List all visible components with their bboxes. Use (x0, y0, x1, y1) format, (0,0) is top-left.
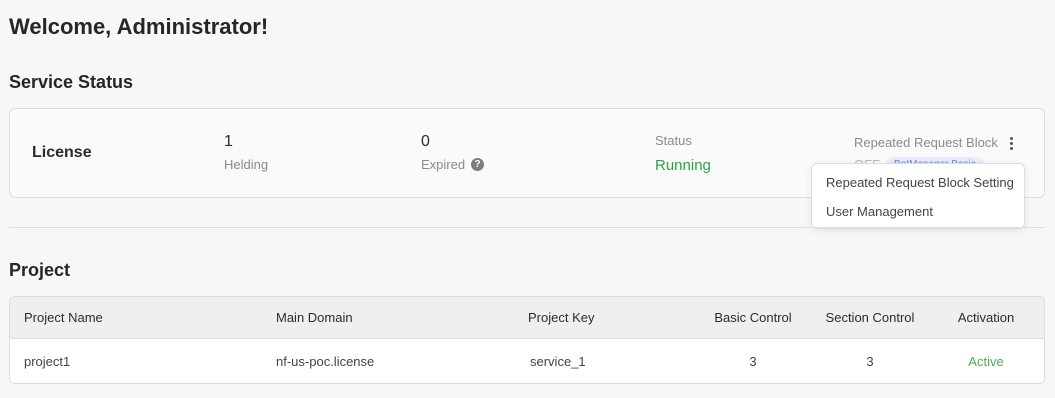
table-row[interactable]: project1 nf-us-poc.license service_1 3 3… (10, 339, 1044, 383)
question-circle-icon[interactable]: ? (471, 158, 485, 171)
expired-count: 0 (421, 133, 430, 150)
page-title: Welcome, Administrator! (9, 14, 269, 39)
column-header-activation[interactable]: Activation (936, 297, 1036, 338)
column-header-section-control[interactable]: Section Control (815, 297, 925, 338)
status-value: Running (655, 157, 711, 174)
project-title: Project (9, 260, 71, 280)
menu-item-repeated-request-block-setting[interactable]: Repeated Request Block Setting (812, 168, 1024, 197)
activation-status-cell: Active (968, 354, 1004, 369)
repeated-request-block-label: Repeated Request Block (854, 135, 998, 150)
column-header-main-domain[interactable]: Main Domain (276, 297, 353, 338)
holding-label: Helding (224, 157, 269, 172)
menu-item-user-management[interactable]: User Management (812, 197, 1024, 226)
context-menu: Repeated Request Block Setting User Mana… (811, 163, 1025, 229)
license-label: License (32, 144, 92, 161)
main-domain-cell: nf-us-poc.license (276, 354, 375, 369)
basic-control-cell: 3 (749, 354, 757, 369)
status-block: Status Running (655, 133, 711, 174)
section-control-cell: 3 (866, 354, 874, 369)
column-header-project-key[interactable]: Project Key (528, 297, 594, 338)
column-header-project-name[interactable]: Project Name (24, 297, 103, 338)
project-name-cell: project1 (24, 354, 71, 369)
service-status-title: Service Status (9, 72, 134, 92)
table-header: Project Name Main Domain Project Key Bas… (10, 297, 1044, 339)
section-divider (9, 227, 1045, 228)
status-label: Status (655, 133, 692, 148)
project-key-cell: service_1 (530, 354, 586, 369)
column-header-basic-control[interactable]: Basic Control (698, 297, 808, 338)
more-vertical-icon[interactable] (1000, 133, 1022, 153)
holding-stat: 1 Helding (224, 133, 268, 172)
expired-label: Expired (421, 157, 466, 172)
expired-stat: 0 Expired ? (421, 133, 485, 172)
holding-count: 1 (224, 133, 233, 150)
project-table: Project Name Main Domain Project Key Bas… (9, 296, 1045, 384)
